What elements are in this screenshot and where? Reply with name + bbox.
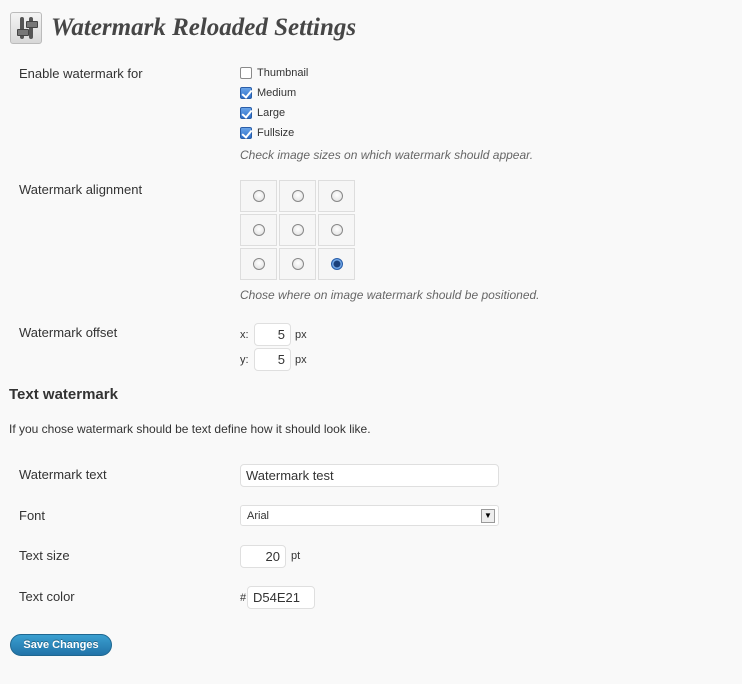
- align-middle-center-radio[interactable]: [291, 224, 304, 236]
- enable-watermark-label: Enable watermark for: [19, 66, 143, 81]
- align-bottom-left-radio[interactable]: [252, 258, 265, 270]
- offset-x-row: x: 5 px: [240, 323, 307, 346]
- align-bottom-center-cell[interactable]: [279, 248, 316, 280]
- align-middle-left-cell[interactable]: [240, 214, 277, 246]
- checkbox-fullsize-label: Fullsize: [257, 127, 295, 139]
- align-top-center-radio[interactable]: [291, 190, 304, 202]
- text-watermark-heading: Text watermark: [9, 386, 118, 403]
- watermark-text-input[interactable]: Watermark test: [240, 464, 499, 487]
- settings-sliders-icon: [10, 12, 42, 44]
- align-top-right-radio[interactable]: [330, 190, 343, 202]
- text-size-label: Text size: [19, 548, 70, 563]
- size-checkbox-group: Thumbnail Medium Large Fullsize Check im…: [240, 63, 533, 162]
- font-select-value: Arial: [247, 509, 270, 522]
- checkbox-thumbnail[interactable]: [240, 67, 252, 79]
- checkbox-large-row[interactable]: Large: [240, 103, 533, 123]
- text-size-input[interactable]: 20: [240, 545, 286, 568]
- align-bottom-left-cell[interactable]: [240, 248, 277, 280]
- align-middle-left-radio[interactable]: [252, 224, 265, 236]
- align-middle-center-cell[interactable]: [279, 214, 316, 246]
- align-middle-right-cell[interactable]: [318, 214, 355, 246]
- checkbox-fullsize[interactable]: [240, 127, 252, 139]
- align-top-right-cell[interactable]: [318, 180, 355, 212]
- offset-y-input[interactable]: 5: [254, 348, 291, 371]
- text-color-input[interactable]: D54E21: [247, 586, 315, 609]
- enable-description: Check image sizes on which watermark sho…: [240, 148, 534, 162]
- align-top-left-cell[interactable]: [240, 180, 277, 212]
- page-title: Watermark Reloaded Settings: [51, 14, 357, 41]
- chevron-down-icon[interactable]: ▼: [481, 508, 495, 523]
- align-top-center-cell[interactable]: [279, 180, 316, 212]
- text-watermark-description: If you chose watermark should be text de…: [9, 422, 371, 436]
- text-size-unit: pt: [291, 550, 301, 562]
- text-color-prefix: #: [240, 592, 247, 604]
- offset-x-input[interactable]: 5: [254, 323, 291, 346]
- align-top-left-radio[interactable]: [252, 190, 265, 202]
- offset-y-unit: px: [295, 353, 307, 366]
- offset-y-label: y:: [240, 353, 249, 366]
- checkbox-fullsize-row[interactable]: Fullsize: [240, 123, 533, 143]
- alignment-grid: [240, 180, 355, 280]
- offset-x-label: x:: [240, 328, 249, 341]
- checkbox-large[interactable]: [240, 107, 252, 119]
- align-bottom-center-radio[interactable]: [291, 258, 304, 270]
- checkbox-medium-row[interactable]: Medium: [240, 83, 533, 103]
- watermark-text-label: Watermark text: [19, 467, 107, 482]
- offset-y-row: y: 5 px: [240, 348, 307, 371]
- checkbox-medium[interactable]: [240, 87, 252, 99]
- checkbox-medium-label: Medium: [257, 87, 297, 99]
- align-bottom-right-radio[interactable]: [330, 258, 343, 270]
- offset-x-unit: px: [295, 328, 307, 341]
- checkbox-large-label: Large: [257, 107, 286, 119]
- text-color-label: Text color: [19, 589, 75, 604]
- checkbox-thumbnail-label: Thumbnail: [257, 67, 309, 79]
- checkbox-thumbnail-row[interactable]: Thumbnail: [240, 63, 533, 83]
- align-bottom-right-cell[interactable]: [318, 248, 355, 280]
- alignment-description: Chose where on image watermark should be…: [240, 288, 540, 302]
- offset-label: Watermark offset: [19, 325, 118, 340]
- font-label: Font: [19, 508, 46, 523]
- font-select[interactable]: Arial ▼: [240, 505, 499, 526]
- alignment-label: Watermark alignment: [19, 182, 143, 197]
- save-changes-button[interactable]: Save Changes: [10, 634, 112, 656]
- align-middle-right-radio[interactable]: [330, 224, 343, 236]
- page-header: Watermark Reloaded Settings: [10, 10, 356, 46]
